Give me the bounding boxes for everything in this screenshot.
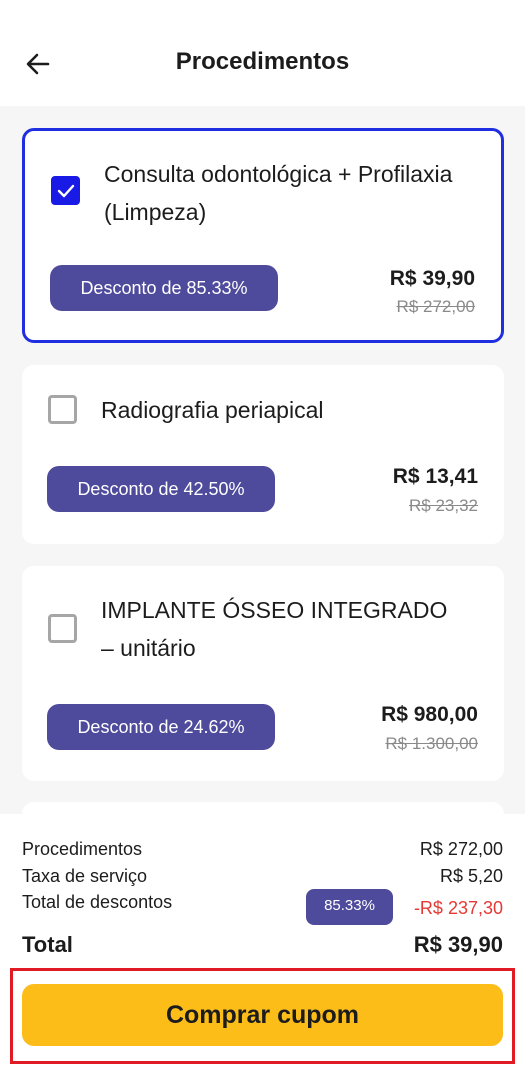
procedures-label: Procedimentos [22, 839, 143, 859]
discount-badge: Desconto de 42.50% [47, 466, 275, 512]
procedure-checkbox[interactable] [48, 614, 77, 643]
procedures-value: R$ 272,00 [419, 839, 503, 859]
total-value: R$ 39,90 [413, 932, 503, 957]
procedure-name: Consulta odontológica + Profilaxia (Limp… [104, 161, 453, 225]
procedure-price: R$ 39,90 [389, 267, 475, 290]
procedure-old-price: R$ 272,00 [396, 297, 475, 316]
procedure-price: R$ 13,41 [392, 465, 478, 488]
procedure-card[interactable]: Consulta odontológica + Profilaxia (Limp… [22, 128, 504, 343]
discount-badge: Desconto de 24.62% [47, 704, 275, 750]
procedure-name: Radiografia periapical [101, 397, 324, 423]
total-label: Total [22, 932, 73, 957]
procedure-name: IMPLANTE ÓSSEO INTEGRADO – unitário [101, 597, 448, 661]
page-title: Procedimentos [175, 48, 350, 75]
fee-label: Taxa de serviço [22, 866, 148, 886]
procedure-old-price: R$ 23,32 [409, 496, 478, 515]
discount-total-label: Total de descontos [22, 892, 173, 912]
procedure-card[interactable]: IMPLANTE ÓSSEO INTEGRADO – unitário Desc… [22, 566, 504, 781]
procedure-price: R$ 980,00 [381, 703, 478, 726]
procedure-checkbox[interactable] [51, 176, 80, 205]
discount-total-value: -R$ 237,30 [413, 898, 503, 918]
order-summary: Procedimentos R$ 272,00 Taxa de serviço … [0, 814, 525, 1080]
fee-value: R$ 5,20 [439, 866, 503, 886]
procedure-card[interactable]: Radiografia periapical Desconto de 42.50… [22, 365, 504, 544]
buy-coupon-button[interactable]: Comprar cupom [22, 984, 503, 1046]
discount-percent-badge: 85.33% [306, 889, 393, 925]
procedure-old-price: R$ 1.300,00 [385, 734, 478, 753]
checkmark-icon [57, 184, 75, 198]
app-header: Procedimentos [0, 0, 525, 106]
procedure-checkbox[interactable] [48, 395, 77, 424]
discount-badge: Desconto de 85.33% [50, 265, 278, 311]
